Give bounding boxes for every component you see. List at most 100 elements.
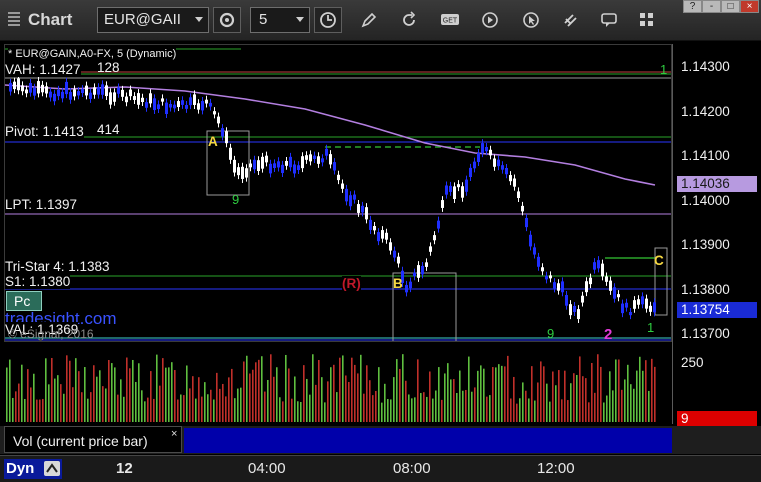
symbol-dropdown-icon[interactable]	[195, 17, 203, 22]
volume-bar	[30, 387, 32, 422]
volume-bar	[612, 390, 614, 422]
link-icon[interactable]	[561, 11, 579, 29]
volume-bar	[522, 382, 524, 422]
price-chart[interactable]	[4, 44, 672, 342]
chat-icon[interactable]	[600, 11, 618, 29]
grid-icon[interactable]	[638, 11, 656, 29]
price-tick: 1.14300	[681, 59, 730, 74]
volume-bar	[597, 354, 599, 422]
volume-bar	[93, 365, 95, 422]
candle-body	[157, 104, 160, 110]
candle-body	[205, 99, 208, 104]
volume-bar	[51, 357, 53, 422]
app-title: Chart	[28, 10, 73, 29]
volume-bar	[81, 392, 83, 422]
volume-bar	[69, 360, 71, 422]
candle-body	[417, 265, 420, 278]
volume-bar	[519, 398, 521, 422]
dynamic-mode-button[interactable]: Dyn	[4, 459, 62, 479]
volume-bar	[9, 359, 11, 422]
volume-bar	[315, 384, 317, 422]
volume-bar	[372, 395, 374, 422]
candle-body	[397, 256, 400, 264]
menu-grip-icon[interactable]	[8, 12, 20, 28]
tristar-label: Tri-Star 4: 1.1383	[5, 259, 110, 274]
volume-bar	[378, 367, 380, 422]
volume-bar	[321, 377, 323, 422]
candle-body	[405, 284, 408, 293]
play-icon[interactable]	[481, 11, 499, 29]
volume-bar	[402, 354, 404, 422]
volume-bar	[339, 357, 341, 422]
pencil-icon[interactable]	[360, 11, 378, 29]
candle-body	[361, 205, 364, 213]
volume-bar	[534, 400, 536, 422]
candle-body	[141, 97, 144, 103]
settings-button[interactable]	[213, 7, 241, 33]
candle-body	[505, 167, 508, 175]
volume-bar	[396, 359, 398, 422]
get-icon[interactable]: GET	[440, 11, 460, 29]
volume-canvas	[6, 354, 656, 422]
volume-bar	[447, 363, 449, 422]
refresh-icon[interactable]	[400, 11, 418, 29]
symbol-input[interactable]: EUR@GAII	[97, 7, 209, 33]
volume-bar	[246, 355, 248, 422]
price-tick: 1.14100	[681, 148, 730, 163]
volume-bar	[27, 369, 29, 422]
volume-bar	[483, 368, 485, 422]
volume-bar	[198, 377, 200, 422]
volume-panel-tab[interactable]: Vol (current price bar)	[4, 426, 182, 453]
candle-body	[461, 186, 464, 198]
volume-bar	[603, 402, 605, 422]
volume-bar	[84, 367, 86, 422]
time-axis[interactable]: Dyn 12 04:00 08:00 12:00	[0, 455, 761, 482]
minimize-button[interactable]: -	[702, 0, 721, 13]
volume-tab-close-icon[interactable]: ×	[171, 428, 177, 440]
price-tick: 1.13900	[681, 237, 730, 252]
volume-bar	[366, 365, 368, 422]
volume-bar	[123, 396, 125, 422]
volume-bar	[600, 366, 602, 422]
volume-bar	[405, 380, 407, 422]
volume-bar	[303, 365, 305, 422]
candle-body	[37, 81, 40, 94]
interval-input[interactable]: 5	[250, 7, 310, 33]
volume-bar	[549, 401, 551, 422]
candle-body	[113, 92, 116, 102]
close-button[interactable]: ×	[740, 0, 759, 13]
volume-bar	[477, 370, 479, 422]
price-axis[interactable]: 1.14300 1.14200 1.14100 1.14000 1.13900 …	[672, 44, 758, 424]
annotation-two: 2	[604, 326, 613, 343]
volume-bar	[147, 397, 149, 422]
candle-body	[237, 167, 240, 176]
volume-bar	[99, 370, 101, 422]
volume-bar	[513, 376, 515, 422]
interval-dropdown-icon[interactable]	[296, 17, 304, 22]
candle-body	[289, 156, 292, 168]
cursor-icon[interactable]	[522, 11, 540, 29]
volume-bar	[501, 365, 503, 422]
volume-chart[interactable]	[4, 344, 672, 424]
help-button[interactable]: ?	[683, 0, 702, 13]
volume-bar	[42, 398, 44, 422]
candle-body	[569, 304, 572, 316]
volume-bar	[333, 364, 335, 422]
candle-body	[33, 87, 36, 96]
volume-bar	[150, 371, 152, 422]
pc-button[interactable]: Pc	[6, 291, 42, 311]
current-price-badge: 1.13754	[677, 302, 757, 318]
volume-bar	[126, 357, 128, 422]
candle-body	[145, 102, 148, 108]
candle-body	[449, 185, 452, 192]
volume-bar	[348, 381, 350, 422]
maximize-button[interactable]: □	[721, 0, 740, 13]
candle-body	[501, 165, 504, 170]
time-template-button[interactable]	[314, 7, 342, 33]
candle-body	[273, 163, 276, 169]
candle-body	[345, 188, 348, 202]
volume-bar	[336, 392, 338, 422]
volume-bar	[432, 398, 434, 422]
volume-bar	[324, 402, 326, 422]
volume-bar	[570, 383, 572, 422]
